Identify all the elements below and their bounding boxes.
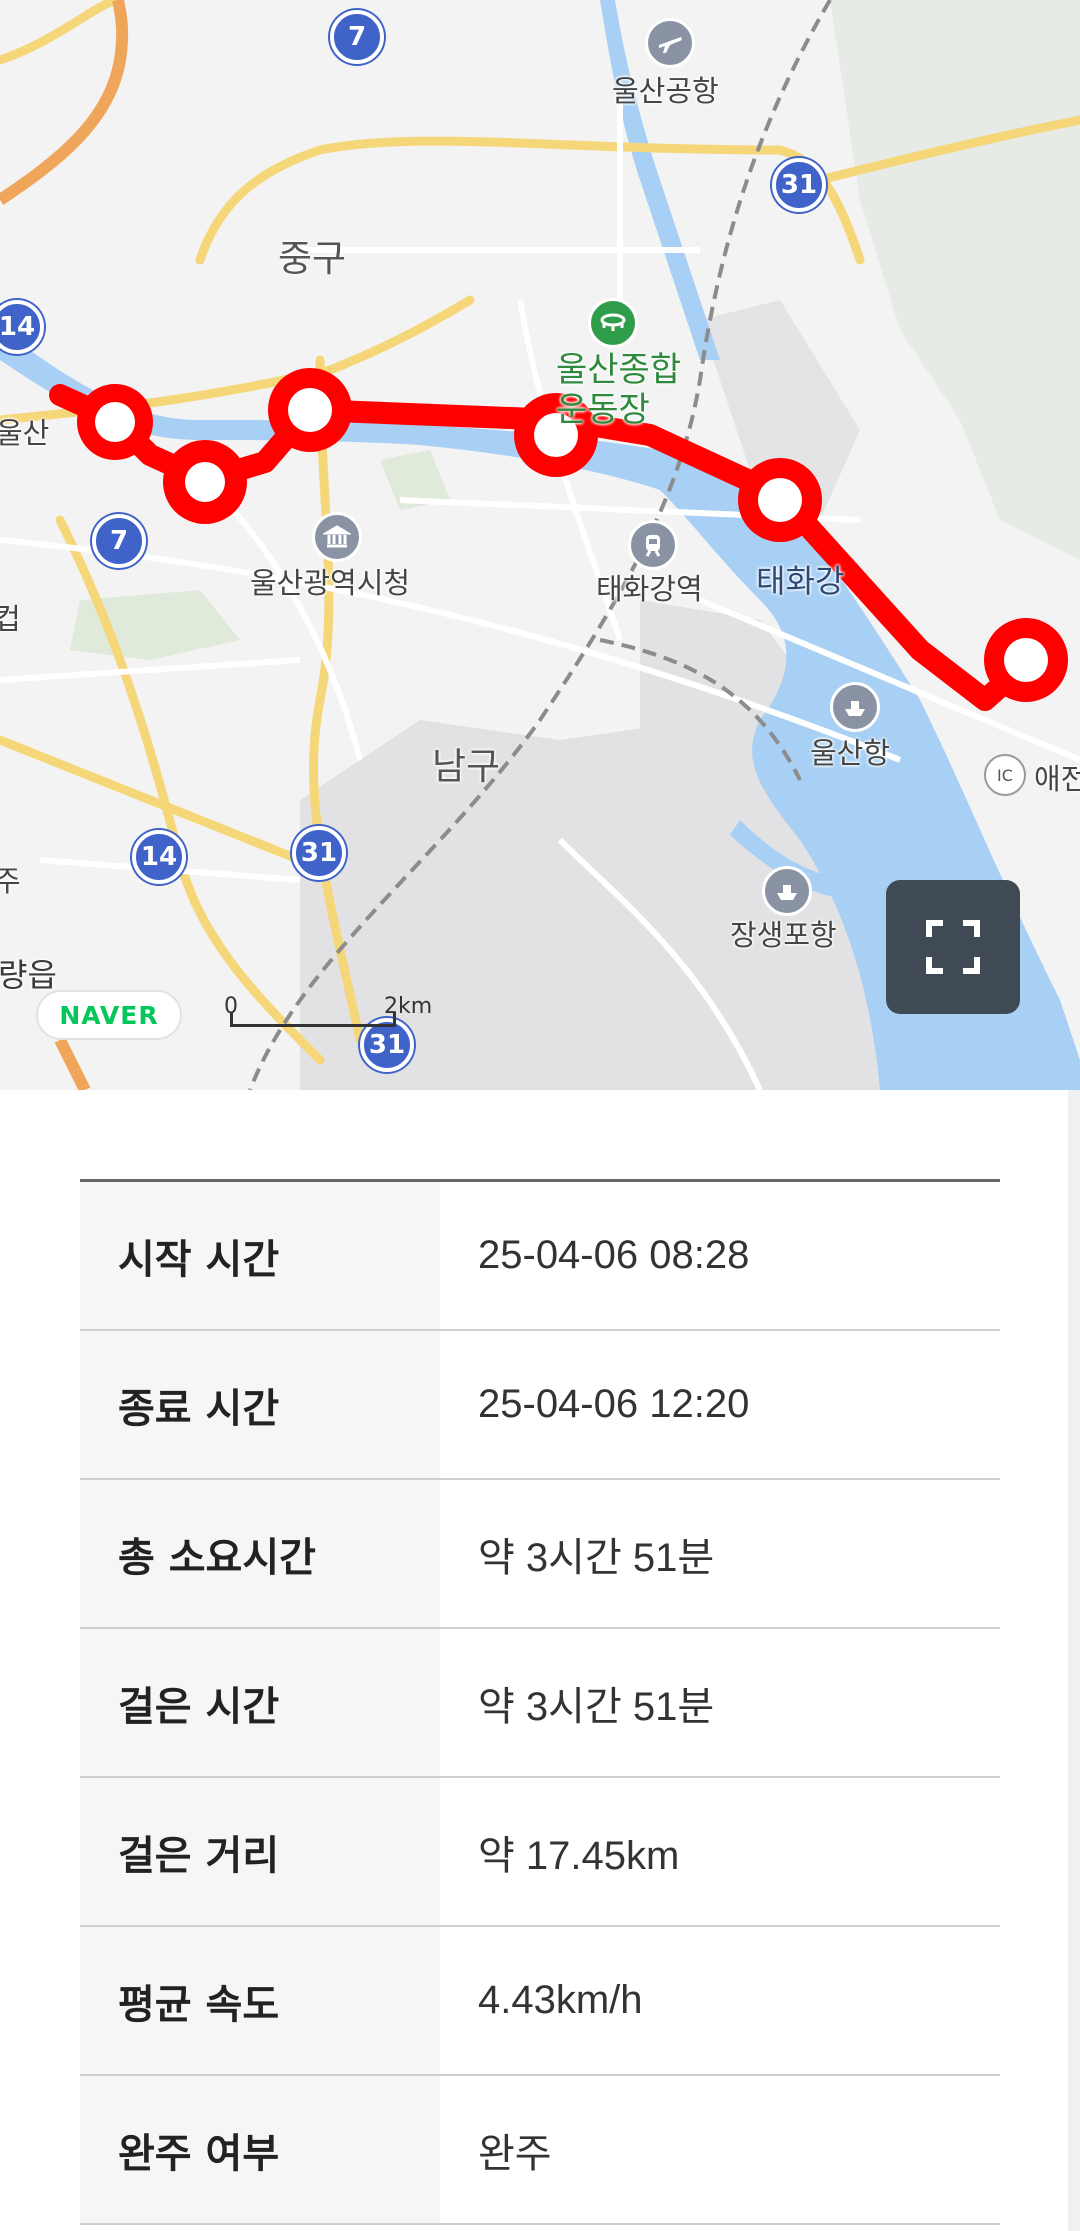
table-row: 시작 시간 25-04-06 08:28 bbox=[80, 1182, 1000, 1331]
table-row: 완주 여부 완주 bbox=[80, 2076, 1000, 2225]
row-label-distance: 걸은 거리 bbox=[80, 1778, 440, 1925]
ic-badge: IC bbox=[984, 754, 1026, 796]
row-label-total-duration: 총 소요시간 bbox=[80, 1480, 440, 1627]
place-label-jangsaengpo[interactable]: 장생포항 bbox=[730, 912, 837, 954]
place-label-namgu[interactable]: 남구 bbox=[432, 736, 500, 790]
row-value-total-duration: 약 3시간 51분 bbox=[478, 1535, 715, 1580]
stadium-icon[interactable] bbox=[588, 298, 638, 348]
train-station-icon[interactable] bbox=[628, 520, 678, 570]
row-value-completion: 완주 bbox=[478, 2131, 552, 2176]
route-31-shield: 31 bbox=[292, 826, 346, 880]
walk-summary-table: 시작 시간 25-04-06 08:28 종료 시간 25-04-06 12:2… bbox=[80, 1179, 1000, 2225]
table-row: 총 소요시간 약 3시간 51분 bbox=[80, 1480, 1000, 1629]
place-label-stadium-2[interactable]: 운동장 bbox=[556, 382, 650, 431]
place-label-taehwa-station[interactable]: 태화강역 bbox=[596, 566, 703, 608]
route-map[interactable]: 7 31 14 7 14 31 31 울산공항 중구 울산종합 운동장 울산 울… bbox=[0, 0, 1080, 1090]
harbor-icon[interactable] bbox=[762, 866, 812, 916]
row-label-walk-time: 걸은 시간 bbox=[80, 1629, 440, 1776]
place-label-edge-2: 주 bbox=[0, 864, 21, 898]
place-label-airport[interactable]: 울산공항 bbox=[612, 68, 719, 110]
place-label-ulsan-port[interactable]: 울산항 bbox=[810, 730, 890, 772]
place-label-ulsan[interactable]: 울산 bbox=[0, 410, 49, 452]
place-label-yangeup[interactable]: 량읍 bbox=[0, 950, 57, 996]
row-value-walk-time: 약 3시간 51분 bbox=[478, 1684, 715, 1729]
table-row: 걸은 거리 약 17.45km bbox=[80, 1778, 1000, 1927]
row-label-completion: 완주 여부 bbox=[80, 2076, 440, 2223]
airport-icon[interactable] bbox=[645, 18, 695, 68]
naver-logo[interactable]: NAVER bbox=[36, 990, 182, 1040]
table-row: 평균 속도 4.43km/h bbox=[80, 1927, 1000, 2076]
row-value-avg-speed: 4.43km/h bbox=[478, 1978, 643, 2022]
row-value-start-time: 25-04-06 08:28 bbox=[478, 1233, 750, 1277]
place-label-taehwagang[interactable]: 태화강 bbox=[756, 556, 844, 602]
place-label-edge-1: 컵 bbox=[0, 602, 21, 636]
route-7-shield: 7 bbox=[330, 10, 384, 64]
fullscreen-button[interactable] bbox=[886, 880, 1020, 1014]
row-value-end-time: 25-04-06 12:20 bbox=[478, 1382, 750, 1426]
table-row: 종료 시간 25-04-06 12:20 bbox=[80, 1331, 1000, 1480]
row-value-distance: 약 17.45km bbox=[478, 1833, 680, 1878]
place-label-city-hall[interactable]: 울산광역시청 bbox=[250, 560, 410, 602]
port-icon[interactable] bbox=[830, 682, 880, 732]
route-14-shield: 14 bbox=[132, 830, 186, 884]
map-scale-bar: 0 2km bbox=[224, 994, 432, 1038]
row-label-avg-speed: 평균 속도 bbox=[80, 1927, 440, 2074]
route-31-shield: 31 bbox=[772, 158, 826, 212]
table-row: 걸은 시간 약 3시간 51분 bbox=[80, 1629, 1000, 1778]
place-label-aejeon[interactable]: 애전 bbox=[1034, 756, 1080, 798]
row-label-start-time: 시작 시간 bbox=[80, 1182, 440, 1329]
fullscreen-icon bbox=[926, 920, 980, 974]
route-7-shield: 7 bbox=[92, 514, 146, 568]
page-edge bbox=[1068, 1090, 1080, 2231]
place-label-junggu[interactable]: 중구 bbox=[278, 228, 346, 282]
row-label-end-time: 종료 시간 bbox=[80, 1331, 440, 1478]
scale-end-label: 2km bbox=[384, 994, 433, 1019]
city-hall-icon[interactable] bbox=[312, 512, 362, 562]
